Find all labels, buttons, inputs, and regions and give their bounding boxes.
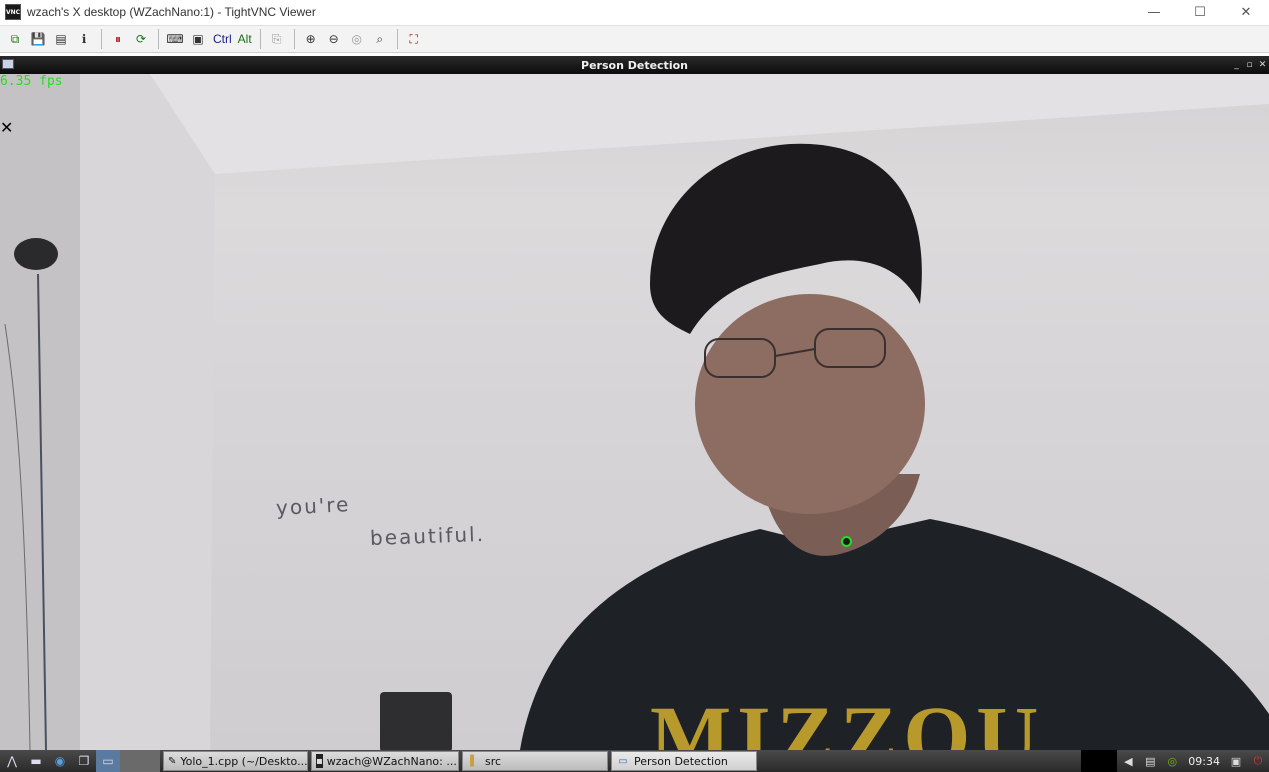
cpu-monitor[interactable] <box>1081 750 1118 772</box>
task-label: Person Detection <box>634 754 728 768</box>
close-icon[interactable]: ✕ <box>0 118 13 137</box>
remote-window-titlebar[interactable]: Person Detection _ ▫ ✕ <box>0 56 1269 74</box>
zoom-in-icon[interactable]: ⊕ <box>300 28 322 50</box>
remote-maximize-button[interactable]: ▫ <box>1243 60 1256 70</box>
clipboard-icon[interactable]: ⎘ <box>266 28 288 50</box>
save-icon[interactable]: 💾 <box>27 28 49 50</box>
task-person-detection[interactable]: ▭ Person Detection <box>611 751 757 771</box>
new-connection-icon[interactable]: ⧉ <box>4 28 26 50</box>
folder-icon: ▌ <box>470 755 478 767</box>
browser-icon[interactable]: ◉ <box>48 750 72 772</box>
remote-window-menu-icon[interactable] <box>2 59 14 69</box>
task-src-folder[interactable]: ▌ src <box>462 751 608 771</box>
screen-icon[interactable]: ▣ <box>1225 750 1247 772</box>
ctrl-esc-icon[interactable]: ▣ <box>187 28 209 50</box>
close-button[interactable]: ✕ <box>1223 0 1269 24</box>
file-manager-icon[interactable]: ▬ <box>24 750 48 772</box>
ctrl-key-button[interactable]: Ctrl <box>210 32 235 46</box>
fullscreen-icon[interactable]: ⛶ <box>403 28 425 50</box>
wall-text-line2: beautiful. <box>369 522 486 550</box>
refresh-icon[interactable]: ⟳ <box>130 28 152 50</box>
volume-icon[interactable]: ◀ <box>1117 750 1139 772</box>
taskbar: ⋀ ▬ ◉ ❐ ▭ ✎ Yolo_1.cpp (~/Deskto... ▪ wz… <box>0 750 1269 772</box>
vnc-app-icon[interactable]: VNC <box>5 4 21 20</box>
remote-minimize-button[interactable]: _ <box>1230 60 1243 70</box>
text-editor-icon: ✎ <box>168 755 177 767</box>
person-face <box>695 294 925 514</box>
window-icon[interactable]: ▭ <box>96 750 120 772</box>
options-icon[interactable]: ▤ <box>50 28 72 50</box>
ceiling <box>150 74 1269 174</box>
toolbar-separator <box>101 29 102 49</box>
camera-scene <box>0 74 1269 750</box>
window-icon: ▭ <box>618 755 628 767</box>
info-icon[interactable]: ℹ <box>73 28 95 50</box>
wall-text-line1: you're <box>275 492 351 520</box>
zoom-out-icon[interactable]: ⊖ <box>323 28 345 50</box>
empty-workspace[interactable] <box>120 750 160 772</box>
zoom-fit-icon[interactable]: ⌕ <box>369 28 391 50</box>
shirt-text: MIZZOU <box>650 688 1045 750</box>
zoom-100-icon[interactable]: ◎ <box>346 28 368 50</box>
task-label: Yolo_1.cpp (~/Deskto... <box>180 754 308 768</box>
toolbar-separator <box>396 29 398 49</box>
clock: 09:34 <box>1188 754 1220 768</box>
ctrl-alt-del-icon[interactable]: ⌨ <box>164 28 186 50</box>
camera-feed: 6.35 fps ✕ you're beautiful. MIZZOU <box>0 74 1269 750</box>
minimize-button[interactable]: — <box>1131 0 1177 24</box>
pause-icon[interactable]: ⏸ <box>107 28 129 50</box>
menu-icon[interactable]: ⋀ <box>0 750 24 772</box>
detection-marker <box>841 536 852 547</box>
nvidia-icon[interactable]: ◎ <box>1161 750 1183 772</box>
terminal-icon: ▪ <box>316 754 323 768</box>
clipboard-icon[interactable]: ▤ <box>1139 750 1161 772</box>
desktop-icon[interactable]: ❐ <box>72 750 96 772</box>
system-tray: ◀ ▤ ◎ 09:34 ▣ ⏻ <box>1081 750 1269 772</box>
wall-camera-device <box>14 238 58 270</box>
toolbar-separator <box>158 29 159 49</box>
task-terminal[interactable]: ▪ wzach@WZachNano: ... <box>311 751 459 771</box>
alt-key-button[interactable]: Alt <box>235 32 255 46</box>
task-label: src <box>485 754 502 768</box>
window-titlebar: VNC wzach's X desktop (WZachNano:1) - Ti… <box>0 0 1269 24</box>
task-label: wzach@WZachNano: ... <box>326 754 457 768</box>
toolbar-separator <box>259 29 261 49</box>
window-title: wzach's X desktop (WZachNano:1) - TightV… <box>27 5 316 19</box>
remote-window-title: Person Detection <box>581 58 688 72</box>
device-on-desk <box>380 692 452 750</box>
corner-wall <box>80 74 215 750</box>
power-icon[interactable]: ⏻ <box>1247 750 1269 772</box>
vnc-toolbar: ⧉ 💾 ▤ ℹ ⏸ ⟳ ⌨ ▣ Ctrl Alt ⎘ ⊕ ⊖ ◎ ⌕ ⛶ <box>0 25 1269 53</box>
toolbar-separator <box>293 29 295 49</box>
fps-counter: 6.35 fps <box>0 74 63 89</box>
maximize-button[interactable]: ☐ <box>1177 0 1223 24</box>
remote-close-button[interactable]: ✕ <box>1256 60 1269 70</box>
task-yolo-editor[interactable]: ✎ Yolo_1.cpp (~/Deskto... <box>163 751 308 771</box>
remote-window-controls: _ ▫ ✕ <box>1230 56 1269 74</box>
window-controls: — ☐ ✕ <box>1131 0 1269 24</box>
